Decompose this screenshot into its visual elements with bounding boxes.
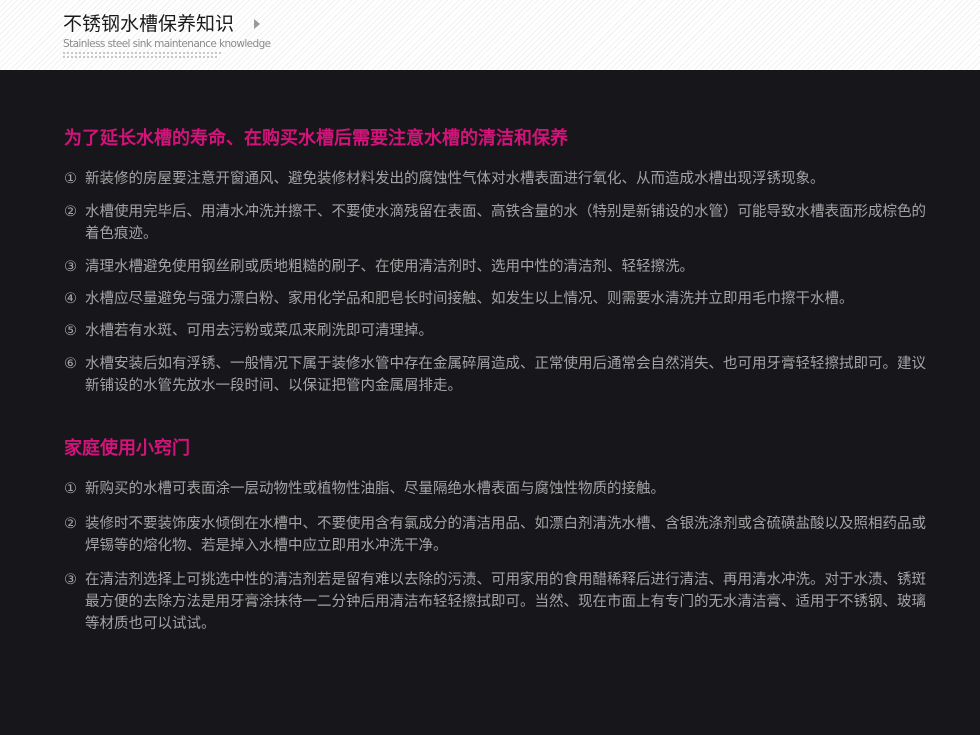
list-item: ④ 水槽应尽量避免与强力漂白粉、家用化学品和肥皂长时间接触、如发生以上情况、则需… bbox=[64, 288, 926, 310]
list-item: ③ 在清洁剂选择上可挑选中性的清洁剂若是留有难以去除的污渍、可用家用的食用醋稀释… bbox=[64, 569, 926, 635]
page-title: 不锈钢水槽保养知识 bbox=[63, 13, 235, 35]
item-text: 新购买的水槽可表面涂一层动物性或植物性油脂、尽量隔绝水槽表面与腐蚀性物质的接触。 bbox=[85, 481, 665, 497]
list-item: ① 新购买的水槽可表面涂一层动物性或植物性油脂、尽量隔绝水槽表面与腐蚀性物质的接… bbox=[64, 478, 926, 500]
item-text: 清理水槽避免使用钢丝刷或质地粗糙的刷子、在使用清洁剂时、选用中性的清洁剂、轻轻擦… bbox=[85, 259, 694, 275]
list-item: ① 新装修的房屋要注意开窗通风、避免装修材料发出的腐蚀性气体对水槽表面进行氧化、… bbox=[64, 168, 926, 190]
item-text: 在清洁剂选择上可挑选中性的清洁剂若是留有难以去除的污渍、可用家用的食用醋稀释后进… bbox=[85, 572, 926, 632]
decorative-divider bbox=[63, 52, 223, 54]
list-item: ⑤ 水槽若有水斑、可用去污粉或菜瓜来刷洗即可清理掉。 bbox=[64, 320, 926, 342]
list-item: ② 装修时不要装饰废水倾倒在水槽中、不要使用含有氯成分的清洁用品、如漂白剂清洗水… bbox=[64, 513, 926, 557]
item-text: 水槽使用完毕后、用清水冲洗并擦干、不要使水滴残留在表面、高铁含量的水（特别是新铺… bbox=[85, 204, 926, 242]
item-number: ③ bbox=[64, 259, 77, 275]
section-heading-tips: 家庭使用小窍门 bbox=[64, 438, 190, 459]
item-number: ⑤ bbox=[64, 323, 77, 339]
list-item: ⑥ 水槽安装后如有浮锈、一般情况下属于装修水管中存在金属碎屑造成、正常使用后通常… bbox=[64, 353, 926, 397]
item-number: ③ bbox=[64, 572, 77, 588]
item-text: 装修时不要装饰废水倾倒在水槽中、不要使用含有氯成分的清洁用品、如漂白剂清洗水槽、… bbox=[85, 516, 926, 554]
page-subtitle: Stainless steel sink maintenance knowled… bbox=[63, 38, 271, 50]
list-item: ② 水槽使用完毕后、用清水冲洗并擦干、不要使水滴残留在表面、高铁含量的水（特别是… bbox=[64, 201, 926, 245]
list-item: ③ 清理水槽避免使用钢丝刷或质地粗糙的刷子、在使用清洁剂时、选用中性的清洁剂、轻… bbox=[64, 256, 926, 278]
decorative-divider bbox=[63, 56, 219, 58]
item-number: ② bbox=[64, 204, 77, 220]
arrow-right-icon bbox=[254, 19, 260, 29]
page-header: 不锈钢水槽保养知识 Stainless steel sink maintenan… bbox=[0, 0, 980, 70]
item-text: 新装修的房屋要注意开窗通风、避免装修材料发出的腐蚀性气体对水槽表面进行氧化、从而… bbox=[85, 171, 825, 187]
item-number: ④ bbox=[64, 291, 77, 307]
item-number: ① bbox=[64, 171, 77, 187]
item-number: ⑥ bbox=[64, 356, 77, 372]
item-text: 水槽若有水斑、可用去污粉或菜瓜来刷洗即可清理掉。 bbox=[85, 323, 433, 339]
item-text: 水槽应尽量避免与强力漂白粉、家用化学品和肥皂长时间接触、如发生以上情况、则需要水… bbox=[85, 291, 854, 307]
item-text: 水槽安装后如有浮锈、一般情况下属于装修水管中存在金属碎屑造成、正常使用后通常会自… bbox=[85, 356, 926, 394]
item-number: ② bbox=[64, 516, 77, 532]
item-number: ① bbox=[64, 481, 77, 497]
section-heading-maintenance: 为了延长水槽的寿命、在购买水槽后需要注意水槽的清洁和保养 bbox=[64, 128, 568, 149]
